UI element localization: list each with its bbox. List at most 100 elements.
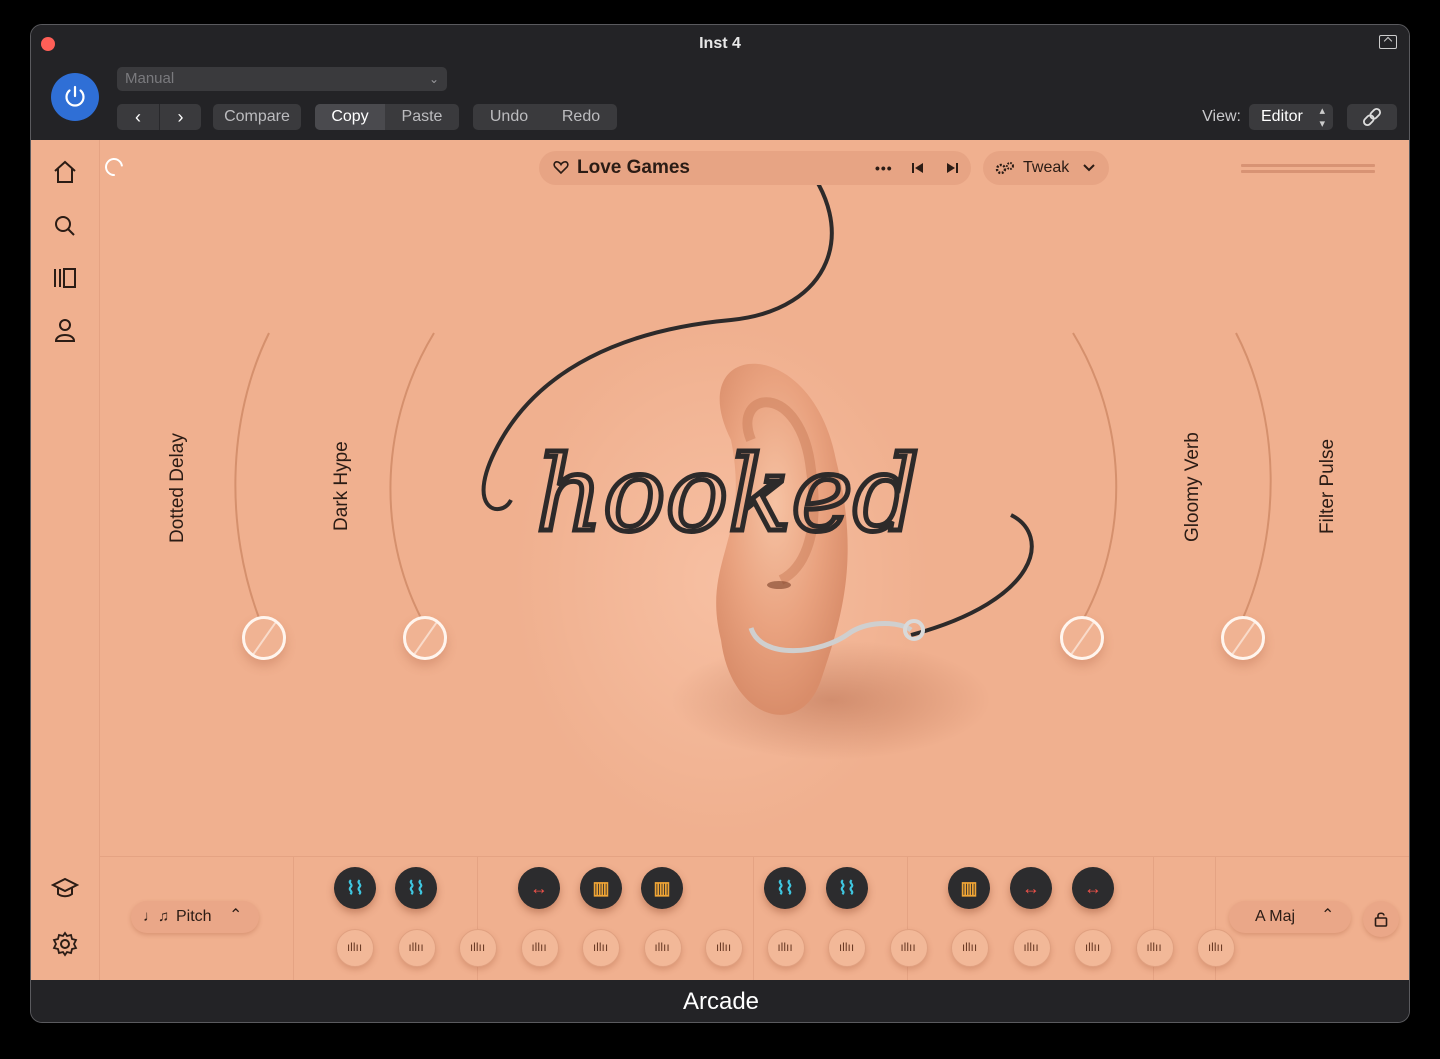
chevron-up-icon: ⌃ [229, 907, 243, 924]
tweak-button[interactable]: Tweak [983, 151, 1109, 185]
key-label: A Maj [1255, 908, 1296, 925]
sample-pad[interactable]: ıllıı [828, 929, 866, 967]
link-button[interactable] [1347, 104, 1397, 130]
next-setting-button[interactable]: › [160, 104, 201, 130]
output-level-meter [1241, 164, 1375, 176]
key-select-button[interactable]: A Maj ⌃ [1229, 901, 1351, 933]
effect-pad[interactable]: ▥ [641, 867, 683, 909]
dna-icon: ⌇⌇ [838, 878, 856, 898]
home-icon[interactable] [51, 158, 79, 186]
sample-pad[interactable]: ıllıı [766, 929, 805, 967]
paste-button[interactable]: Paste [385, 104, 459, 130]
dna-icon: ⌇⌇ [776, 878, 794, 898]
undo-redo-group: Undo Redo [473, 104, 617, 130]
sample-pad[interactable]: ıllıı [889, 929, 928, 967]
heart-icon[interactable] [553, 159, 569, 175]
sample-pad[interactable]: ıllıı [1197, 929, 1235, 967]
undo-button[interactable]: Undo [473, 104, 545, 130]
more-options-button[interactable]: ••• [875, 151, 893, 185]
sample-pad[interactable]: ıllıı [582, 929, 620, 967]
sample-pad[interactable]: ıllıı [336, 929, 374, 967]
effect-pad[interactable]: ▥ [580, 867, 622, 909]
redo-button[interactable]: Redo [545, 104, 617, 130]
nav-button-group: ‹ › [117, 104, 201, 130]
key-lock-button[interactable] [1363, 901, 1399, 937]
view-select[interactable]: Editor ▴ ▾ [1249, 104, 1333, 130]
effect-pad[interactable]: ⌇⌇ [764, 867, 806, 909]
tweak-label: Tweak [1023, 159, 1070, 176]
effect-pad[interactable]: ▥ [948, 867, 990, 909]
macro-knob-gloomy-verb[interactable] [1060, 616, 1104, 660]
waveform-icon: ıllıı [1084, 940, 1101, 954]
sample-pad[interactable]: ıllıı [520, 929, 559, 967]
learn-icon[interactable] [51, 874, 79, 902]
meter-bar-left [1241, 164, 1375, 167]
sample-pad[interactable]: ıllıı [459, 929, 497, 967]
arc-dotted-delay [234, 332, 270, 619]
waveform-icon: ıllıı [777, 940, 793, 954]
macro-label-filter-pulse: Filter Pulse [1317, 438, 1338, 534]
effect-pad[interactable]: ↔ [1072, 867, 1114, 909]
macro-knob-dark-hype[interactable] [403, 616, 447, 660]
stretch-arrows-icon: ↔ [1084, 878, 1102, 898]
macro-label-dotted-delay: Dotted Delay [167, 433, 188, 543]
user-icon[interactable] [51, 316, 79, 344]
lock-icon [1374, 912, 1388, 927]
stretch-arrows-icon: ↔ [1022, 878, 1040, 898]
waveform-icon: ıllıı [961, 940, 978, 954]
effect-pad[interactable]: ⌇⌇ [395, 867, 437, 909]
preset-dropdown[interactable]: Manual ⌄ [117, 67, 447, 91]
sidebar [31, 140, 100, 980]
plugin-window: Inst 4 Manual ⌄ ‹ › Compare Copy Paste U… [30, 24, 1410, 1023]
next-preset-icon[interactable] [945, 161, 959, 175]
effect-pad[interactable]: ⌇⌇ [334, 867, 376, 909]
sample-pad[interactable]: ıllıı [951, 929, 989, 967]
view-label: View: [1202, 108, 1241, 125]
sample-pad[interactable]: ıllıı [1012, 929, 1051, 967]
search-icon[interactable] [51, 212, 79, 240]
effect-pad[interactable]: ⌇⌇ [826, 867, 868, 909]
chevron-down-icon [1083, 164, 1095, 172]
waveform-icon: ıllıı [408, 940, 424, 954]
wire-lower [910, 513, 1034, 637]
pitch-label: Pitch [176, 908, 212, 925]
sample-pad[interactable]: ıllıı [1074, 929, 1112, 967]
waveform-icon: ıllıı [654, 940, 670, 954]
preset-name[interactable]: Love Games [577, 151, 690, 185]
previous-setting-button[interactable]: ‹ [117, 104, 159, 130]
effect-pad[interactable]: ↔ [1010, 867, 1052, 909]
library-icon[interactable] [51, 264, 79, 292]
bars-icon: ▥ [653, 878, 671, 898]
pad-divider [293, 857, 294, 980]
plugin-name-footer: Arcade [31, 980, 1409, 1022]
macro-knob-dotted-delay[interactable] [242, 616, 286, 660]
waveform-icon: ıllıı [592, 940, 609, 954]
pitch-button[interactable]: ♩♫ Pitch ⌃ [131, 901, 259, 933]
copy-button[interactable]: Copy [315, 104, 385, 130]
previous-preset-icon[interactable] [911, 161, 925, 175]
macro-label-dark-hype: Dark Hype [331, 441, 352, 531]
gear-icon[interactable] [51, 930, 79, 958]
power-button[interactable] [51, 73, 99, 121]
sample-pad[interactable]: ıllıı [705, 929, 743, 967]
waveform-icon: ıllıı [1207, 940, 1224, 954]
effect-pad[interactable]: ↔ [518, 867, 560, 909]
arc-gloomy-verb [1072, 332, 1118, 619]
window-title: Inst 4 [699, 35, 741, 52]
sample-pad[interactable]: ıllıı [1135, 929, 1174, 967]
macro-knob-filter-pulse[interactable] [1221, 616, 1265, 660]
compare-button[interactable]: Compare [213, 104, 301, 130]
preset-browser-bar[interactable]: Love Games ••• [539, 151, 971, 185]
dna-icon: ⌇⌇ [407, 878, 425, 898]
waveform-icon: ıllıı [900, 940, 916, 954]
gears-icon [995, 162, 1014, 175]
sample-pad[interactable]: ıllıı [397, 929, 436, 967]
waveform-icon: ıllıı [531, 940, 547, 954]
waveform-icon: ıllıı [469, 940, 486, 954]
chevron-down-icon: ⌄ [428, 72, 439, 86]
expand-icon[interactable] [1379, 35, 1397, 49]
pad-section: ♩♫ Pitch ⌃ A Maj ⌃ ⌇⌇ ⌇⌇ ↔ ▥ ▥ ⌇⌇ ⌇⌇ ▥ ↔ ↔ ıllıı ı… [99, 856, 1409, 980]
sample-pad[interactable]: ıllıı [643, 929, 682, 967]
power-icon [65, 85, 85, 107]
link-icon [1363, 108, 1381, 126]
